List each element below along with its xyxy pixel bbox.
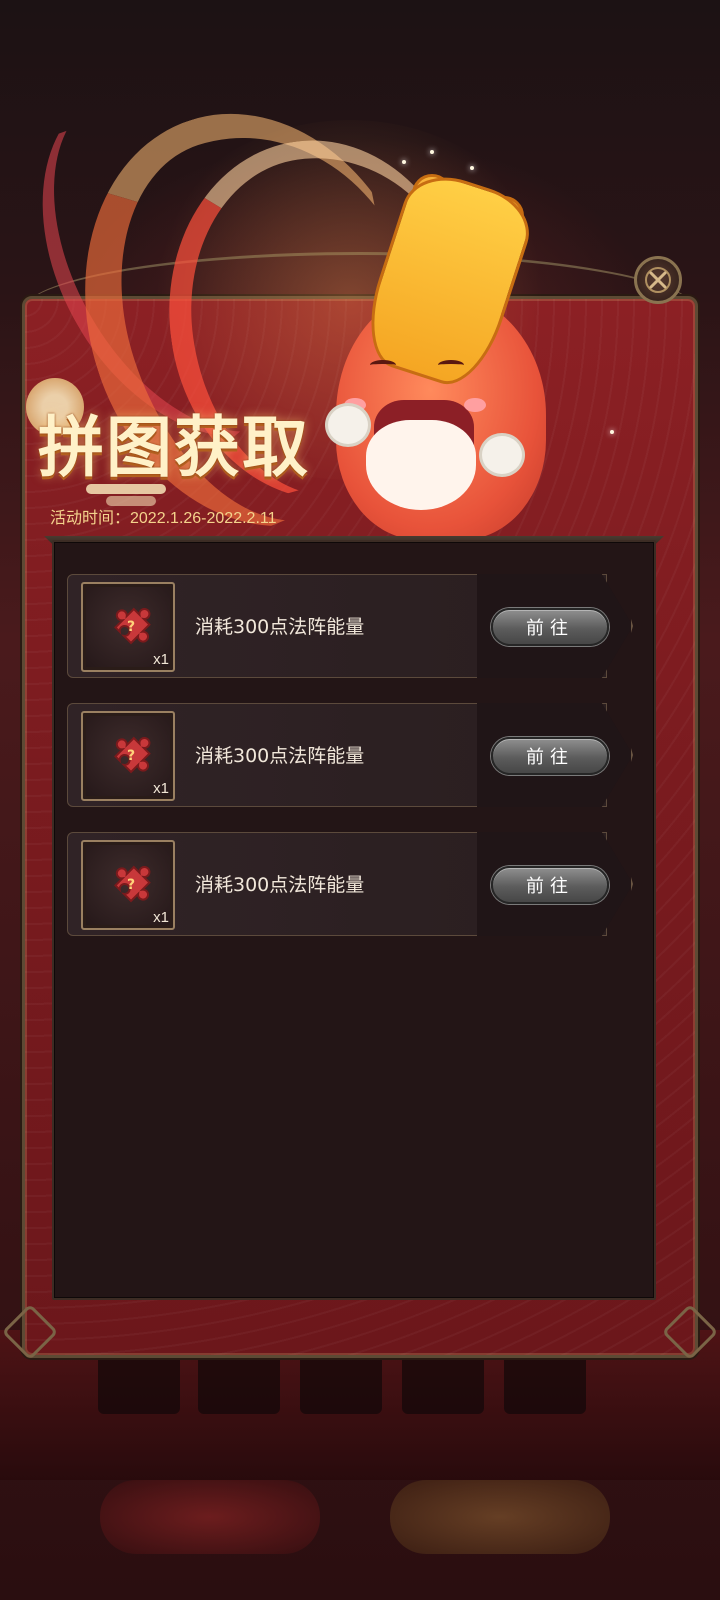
background-slot [300,1352,382,1414]
task-row: ? x1 消耗300点法阵能量 前往 [67,832,633,936]
reward-item-slot[interactable]: ? x1 [81,840,175,930]
background-button [100,1480,320,1554]
svg-text:?: ? [127,619,135,635]
go-button[interactable]: 前往 [491,737,609,775]
task-description: 消耗300点法阵能量 [195,745,365,767]
background-slot [504,1352,586,1414]
sparkle [430,150,434,154]
svg-text:?: ? [127,748,135,764]
task-row: ? x1 消耗300点法阵能量 前往 [67,574,633,678]
screen: 拼图获取 活动时间：2022.1.26-2022.2.11 ? x1 消耗300… [0,0,720,1600]
item-quantity: x1 [153,909,169,926]
close-button[interactable] [634,256,682,304]
puzzle-piece-icon: ? [114,736,151,774]
svg-text:?: ? [127,877,135,893]
event-time: 活动时间：2022.1.26-2022.2.11 [50,510,277,527]
item-quantity: x1 [153,780,169,797]
task-row: ? x1 消耗300点法阵能量 前往 [67,703,633,807]
sparkle [402,160,406,164]
background-slot [198,1352,280,1414]
task-description: 消耗300点法阵能量 [195,616,365,638]
background-slot [402,1352,484,1414]
tiger-mascot-illustration [326,164,566,540]
item-quantity: x1 [153,651,169,668]
go-button[interactable]: 前往 [491,608,609,646]
background-slot [98,1352,180,1414]
go-button[interactable]: 前往 [491,866,609,904]
close-icon [645,267,671,293]
sparkle [610,430,614,434]
reward-item-slot[interactable]: ? x1 [81,711,175,801]
puzzle-piece-icon: ? [114,865,151,903]
task-description: 消耗300点法阵能量 [195,874,365,896]
reward-item-slot[interactable]: ? x1 [81,582,175,672]
popup-title: 拼图获取 [38,408,310,486]
cloud-ornament [86,484,166,494]
puzzle-piece-icon: ? [114,607,151,645]
background-button [390,1480,610,1554]
